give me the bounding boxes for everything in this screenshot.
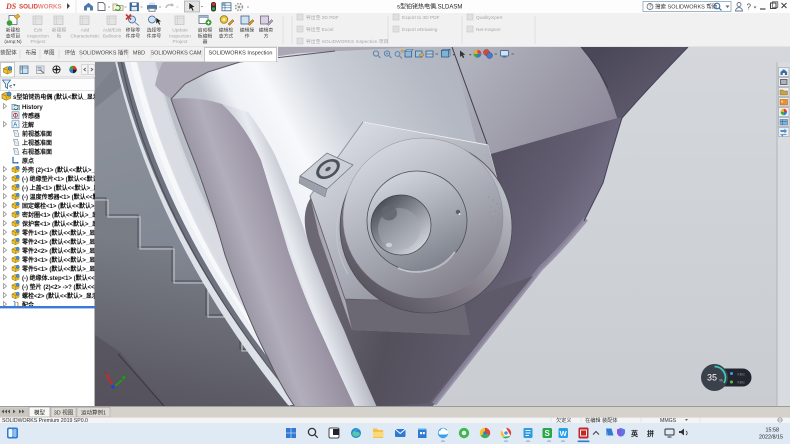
- svg-text:新建模: 新建模: [52, 27, 67, 34]
- svg-text:KB/s: KB/s: [738, 381, 745, 385]
- svg-text:SOLIDWORKS 插件: SOLIDWORKS 插件: [79, 49, 129, 57]
- svg-text:运动算例1: 运动算例1: [81, 409, 106, 417]
- svg-text:A: A: [13, 123, 17, 129]
- svg-text:选择零: 选择零: [147, 27, 162, 34]
- svg-text:草图: 草图: [43, 49, 55, 57]
- svg-text:编辑操: 编辑操: [240, 27, 255, 34]
- svg-text:History: History: [22, 105, 43, 111]
- svg-text:(-) 绝缘体.step<1> (默认<<默认: (-) 绝缘体.step<1> (默认<<默认: [22, 274, 95, 282]
- svg-text:(amp;N): (amp;N): [4, 39, 22, 45]
- svg-text:MBD: MBD: [133, 51, 145, 57]
- svg-text:板编辑: 板编辑: [198, 32, 213, 39]
- svg-text:s型铂铑热电偶 (默认<默认_显示状态-1: s型铂铑热电偶 (默认<默认_显示状态-1: [13, 93, 95, 101]
- svg-text:原点: 原点: [22, 157, 34, 165]
- svg-text:(-) 绝缘垫片<1> (默认<<默认>_显: (-) 绝缘垫片<1> (默认<<默认>_显: [22, 175, 95, 183]
- svg-text:Add/Edit: Add/Edit: [103, 28, 122, 34]
- svg-text:Edit: Edit: [34, 28, 43, 34]
- svg-text:(-) 上盖<1> (默认<<默认>_显示状: (-) 上盖<1> (默认<<默认>_显示状: [22, 184, 95, 192]
- svg-text:前视基准面: 前视基准面: [22, 130, 52, 138]
- svg-text:零件2<2> (默认<<默认>_显示状: 零件2<2> (默认<<默认>_显示状: [21, 247, 95, 255]
- svg-text:布局: 布局: [25, 49, 36, 57]
- svg-text:SOLIDWORKS Inspection: SOLIDWORKS Inspection: [209, 51, 273, 57]
- svg-text:螺栓<2> (默认<<默认>_显示状态: 螺栓<2> (默认<<默认>_显示状态: [22, 292, 95, 300]
- svg-text:Balloons: Balloons: [103, 33, 122, 39]
- svg-text:2022/8/15: 2022/8/15: [759, 435, 783, 441]
- svg-text:Project: Project: [31, 39, 47, 45]
- svg-text:QualityXpert: QualityXpert: [476, 15, 503, 21]
- svg-text:(-) 温度传感器<1> (默认<<默认>: (-) 温度传感器<1> (默认<<默认>: [22, 193, 95, 201]
- svg-text:查方式: 查方式: [219, 32, 234, 39]
- svg-text:零件5<1> (默认<<默认>_显示状: 零件5<1> (默认<<默认>_显示状: [21, 265, 95, 273]
- svg-text:右视基准面: 右视基准面: [21, 148, 52, 156]
- svg-text:搜索 SOLIDWORKS 帮助: 搜索 SOLIDWORKS 帮助: [655, 3, 718, 11]
- svg-text:W: W: [560, 429, 568, 438]
- svg-text:件序号: 件序号: [126, 32, 141, 39]
- svg-text:(-) 垫片 (2)<2> ->? (默认<<默认: (-) 垫片 (2)<2> ->? (默认<<默认: [22, 283, 95, 291]
- svg-text:移除零: 移除零: [126, 27, 141, 34]
- svg-text:固定螺栓<1> (默认<<默认>_显示: 固定螺栓<1> (默认<<默认>_显示: [22, 202, 95, 210]
- svg-text:KB/s: KB/s: [738, 372, 745, 376]
- svg-text:注解: 注解: [22, 121, 34, 129]
- svg-text:Net-Inspect: Net-Inspect: [476, 27, 501, 33]
- svg-text:查项目: 查项目: [6, 32, 20, 39]
- svg-text:评估: 评估: [64, 49, 76, 57]
- svg-text:编辑检: 编辑检: [219, 27, 234, 34]
- svg-text:Export to 3D PDF: Export to 3D PDF: [402, 15, 440, 21]
- svg-text:Export eDrawing: Export eDrawing: [402, 27, 438, 33]
- svg-text:%: %: [719, 378, 723, 383]
- svg-text:Update: Update: [172, 28, 188, 34]
- svg-text:Add: Add: [81, 28, 90, 34]
- svg-text:Inspection: Inspection: [169, 33, 191, 39]
- svg-text:启动模: 启动模: [198, 27, 213, 34]
- svg-text:Project: Project: [173, 39, 189, 45]
- svg-text:?: ?: [649, 5, 652, 11]
- svg-text:SOLIDWORKS: SOLIDWORKS: [19, 4, 62, 11]
- svg-text:S: S: [545, 429, 551, 438]
- svg-text:导出至 2D PDF: 导出至 2D PDF: [306, 14, 339, 21]
- svg-text:方: 方: [264, 32, 269, 39]
- svg-text:s型铂铑热电偶.SLDASM: s型铂铑热电偶.SLDASM: [397, 3, 462, 11]
- svg-text:编辑卖: 编辑卖: [259, 27, 274, 34]
- svg-text:装配体: 装配体: [0, 49, 17, 57]
- svg-text:?: ?: [747, 3, 752, 12]
- svg-text:零件1<1> (默认<<默认>_显示状: 零件1<1> (默认<<默认>_显示状: [21, 229, 95, 237]
- svg-text:件序号: 件序号: [147, 32, 162, 39]
- svg-text:SOLIDWORKS CAM: SOLIDWORKS CAM: [150, 51, 201, 57]
- svg-text:Inspection: Inspection: [27, 33, 49, 39]
- svg-text:新建检: 新建检: [6, 27, 21, 34]
- svg-text:DS: DS: [5, 2, 17, 11]
- svg-text:传感器: 传感器: [21, 112, 41, 120]
- svg-text:35: 35: [707, 373, 717, 383]
- svg-text:15:58: 15:58: [766, 428, 780, 434]
- svg-text:密封圈<1> (默认<<默认>_显示状: 密封圈<1> (默认<<默认>_显示状: [22, 211, 95, 219]
- svg-text:零件2<1> (默认<<默认>_显示状: 零件2<1> (默认<<默认>_显示状: [21, 238, 95, 246]
- svg-text:导出至 Excel: 导出至 Excel: [306, 26, 333, 33]
- svg-text:零件3<1> (默认<<默认>_显示状: 零件3<1> (默认<<默认>_显示状: [21, 256, 95, 264]
- svg-text:器: 器: [203, 39, 208, 45]
- svg-text:拼: 拼: [647, 429, 654, 438]
- svg-text:导出至 SOLIDWORKS Inspection 项目: 导出至 SOLIDWORKS Inspection 项目: [306, 38, 388, 45]
- svg-text:作: 作: [245, 32, 250, 39]
- svg-text:Characteristic: Characteristic: [70, 33, 100, 39]
- svg-text:板: 板: [57, 32, 62, 39]
- svg-text:上视基准面: 上视基准面: [22, 139, 52, 147]
- svg-text:英: 英: [630, 429, 639, 438]
- svg-text:3D 视图: 3D 视图: [54, 409, 74, 417]
- svg-text:保护套<1> (默认<<默认>_显示状: 保护套<1> (默认<<默认>_显示状: [21, 220, 95, 228]
- svg-text:模型: 模型: [34, 409, 46, 417]
- svg-text:外壳 (2)<1> (默认<<默认>_显示状: 外壳 (2)<1> (默认<<默认>_显示状: [21, 166, 95, 174]
